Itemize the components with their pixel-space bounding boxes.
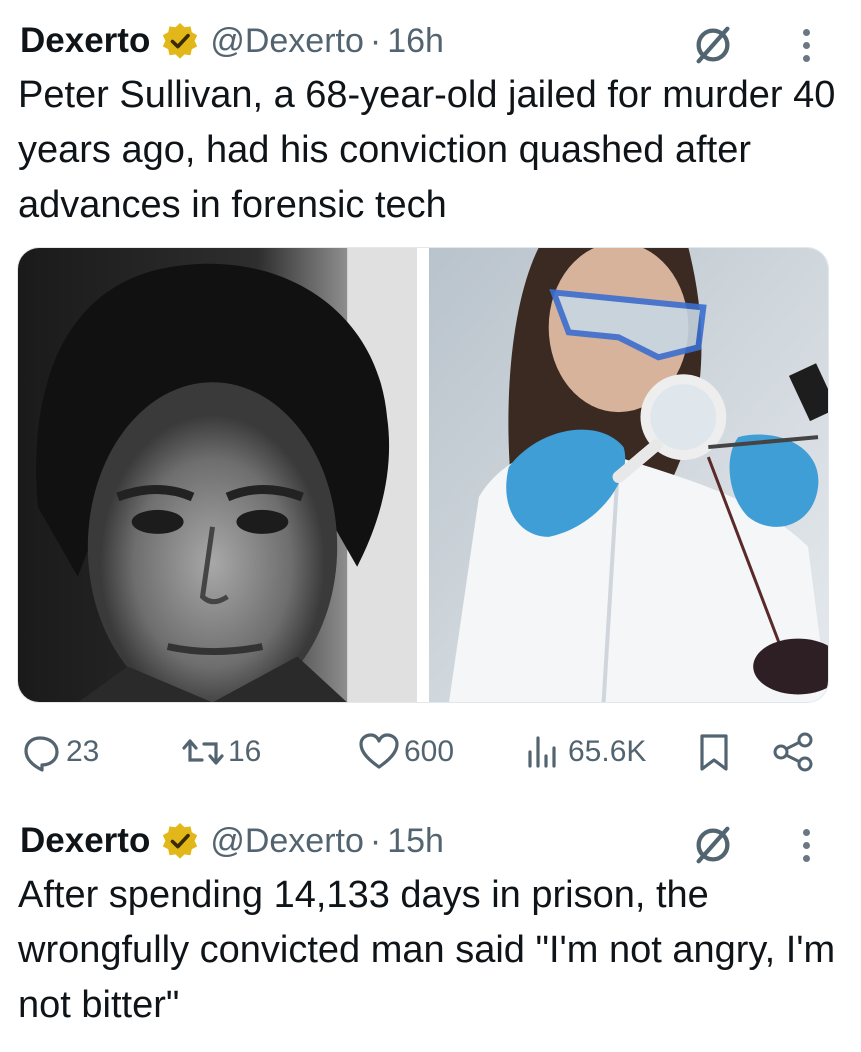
bookmark-button[interactable] (696, 728, 732, 776)
author-handle[interactable]: @Dexerto (210, 822, 364, 861)
like-button[interactable]: 600 (358, 728, 454, 776)
heart-icon (359, 733, 399, 769)
share-icon (773, 732, 813, 772)
tweet-header: Dexerto @Dexerto · 15h (20, 818, 444, 864)
views-icon (528, 736, 556, 768)
grok-icon[interactable] (690, 822, 736, 868)
separator-dot: · (369, 821, 382, 860)
repost-icon (182, 739, 224, 765)
more-options-icon[interactable] (786, 22, 826, 68)
reply-button[interactable]: 23 (22, 728, 99, 776)
tweet-media[interactable] (17, 247, 829, 703)
tweet-actions: 23 16 600 65.6K (20, 728, 840, 776)
timestamp[interactable]: 16h (387, 22, 444, 61)
tweet-header: Dexerto @Dexerto · 16h (20, 18, 444, 64)
tweet-text: After spending 14,133 days in prison, th… (18, 874, 836, 1026)
views-button[interactable]: 65.6K (524, 728, 646, 776)
reply-count: 23 (66, 735, 100, 768)
author-name[interactable]: Dexerto (20, 821, 150, 861)
tweet[interactable]: Dexerto @Dexerto · 16h Peter Sullivan, a… (0, 0, 861, 800)
tweet-text: Peter Sullivan, a 68-year-old jailed for… (18, 74, 836, 226)
verified-badge-icon (160, 21, 200, 61)
author-handle[interactable]: @Dexerto (210, 22, 364, 61)
separator-dot: · (369, 21, 382, 60)
mugshot-photo[interactable] (18, 248, 417, 702)
reply-icon (24, 736, 59, 772)
bookmark-icon (700, 734, 728, 771)
more-options-icon[interactable] (786, 822, 826, 868)
repost-button[interactable]: 16 (182, 728, 261, 776)
timestamp[interactable]: 15h (387, 822, 444, 861)
view-count: 65.6K (568, 735, 647, 768)
share-button[interactable] (772, 728, 816, 776)
author-name[interactable]: Dexerto (20, 21, 150, 61)
forensic-scientist-photo[interactable] (429, 248, 828, 702)
repost-count: 16 (228, 735, 262, 768)
like-count: 600 (404, 735, 455, 768)
grok-icon[interactable] (690, 22, 736, 68)
tweet[interactable]: Dexerto @Dexerto · 15h After spending 14… (0, 800, 861, 1052)
verified-badge-icon (160, 821, 200, 861)
